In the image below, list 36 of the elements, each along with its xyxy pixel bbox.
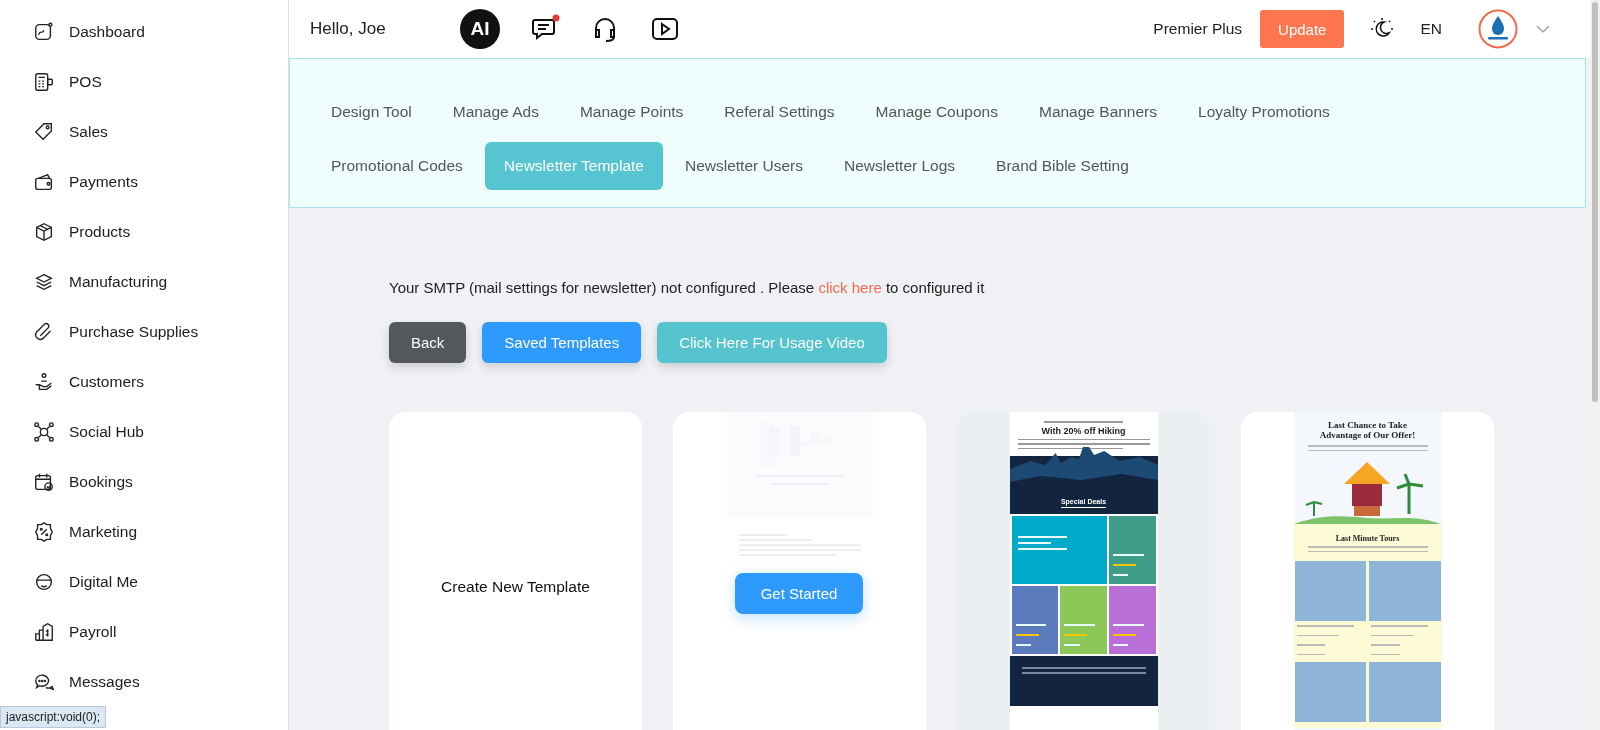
sidebar-item[interactable]: Purchase Supplies	[0, 307, 288, 357]
sidebar-item[interactable]: Products	[0, 207, 288, 257]
template-headline: With 20% off Hiking	[1040, 425, 1127, 436]
tab[interactable]: Promotional Codes	[312, 142, 482, 190]
plan-name: Premier Plus	[1153, 20, 1243, 38]
tab[interactable]: Design Tool	[312, 88, 431, 136]
action-button[interactable]: Back	[389, 322, 467, 363]
sidebar-item[interactable]: POS	[0, 57, 288, 107]
tab[interactable]: Manage Banners	[1019, 88, 1177, 136]
sidebar-item[interactable]: Bookings	[0, 457, 288, 507]
greeting: Hello, Joe	[310, 19, 387, 39]
sidebar-item[interactable]: Dashboard	[0, 7, 288, 57]
sidebar-item[interactable]: Payroll	[0, 607, 288, 657]
sidebar-item[interactable]: Manufacturing	[0, 257, 288, 307]
sidebar-item[interactable]: Marketing	[0, 507, 288, 557]
template-headline: Last Chance to Take Advantage of Our Offer!	[1318, 419, 1417, 442]
tab[interactable]: Loyalty Promotions	[1179, 88, 1349, 136]
link-status-tooltip: javascript:void(0);	[0, 706, 107, 728]
template-card[interactable]: Last Chance to Take Advantage of Our Offer! Last Minute Tours	[1241, 412, 1494, 730]
template-section-title: Last Minute Tours	[1334, 534, 1401, 543]
create-template-card[interactable]: Create New Template	[389, 412, 642, 730]
tab[interactable]: Manage Coupons	[856, 88, 1017, 136]
tab[interactable]: Newsletter Users	[665, 142, 822, 190]
sidebar-item[interactable]: Social Hub	[0, 407, 288, 457]
sidebar-item[interactable]: Messages	[0, 657, 288, 707]
ai-assistant-button[interactable]: AI	[460, 9, 500, 49]
sidebar-item[interactable]: Digital Me	[0, 557, 288, 607]
tab[interactable]: Referal Settings	[705, 88, 854, 136]
tab[interactable]: Brand Bible Setting	[977, 142, 1148, 190]
sidebar-item[interactable]: Sales	[0, 107, 288, 157]
sidebar-item[interactable]: Customers	[0, 357, 288, 407]
language-selector[interactable]: EN	[1420, 20, 1442, 38]
sidebar-item[interactable]: Payments	[0, 157, 288, 207]
tab[interactable]: Manage Ads	[433, 88, 558, 136]
tab[interactable]: Manage Points	[560, 88, 703, 136]
tab[interactable]: Newsletter Logs	[824, 142, 975, 190]
